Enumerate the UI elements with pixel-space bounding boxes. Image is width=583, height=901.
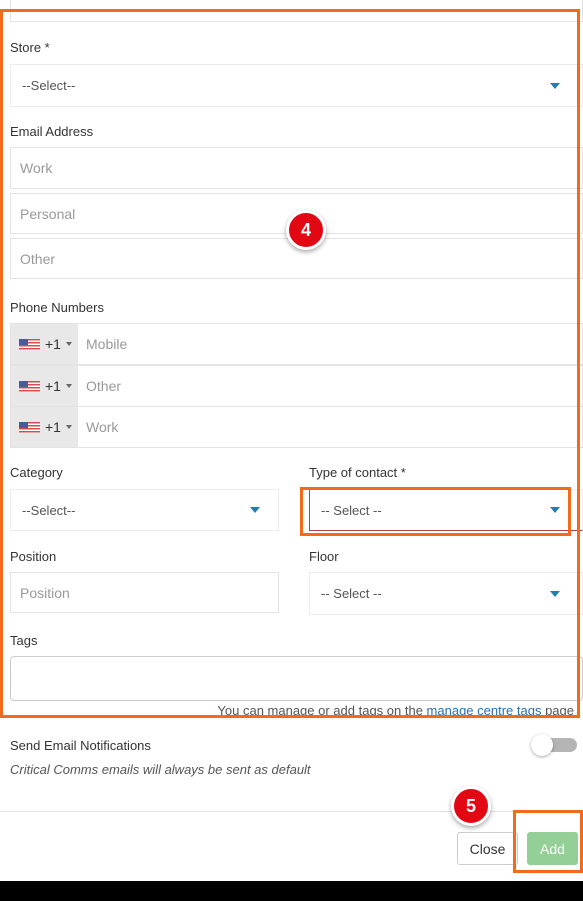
position-placeholder: Position [20, 584, 70, 601]
chevron-down-icon [550, 507, 560, 513]
phone-numbers-label: Phone Numbers [10, 300, 104, 315]
phone-work-input[interactable]: Work [78, 407, 582, 447]
contact-name-input[interactable]: Contact name [10, 0, 583, 22]
phone-other-placeholder: Other [86, 378, 122, 394]
notifications-note: Critical Comms emails will always be sen… [10, 762, 311, 777]
chevron-down-icon [550, 82, 560, 89]
email-label: Email Address [10, 124, 94, 139]
position-input[interactable]: Position [10, 572, 279, 613]
phone-work-row: +1 Work [10, 406, 583, 448]
store-select-value: --Select-- [22, 78, 76, 93]
email-work-placeholder: Work [20, 160, 53, 176]
floor-select-value: -- Select -- [321, 586, 382, 601]
toggle-knob [531, 734, 553, 756]
add-contact-form: Contact name Store * --Select-- Email Ad… [0, 0, 583, 881]
chevron-down-icon [550, 590, 560, 597]
category-select-value: --Select-- [22, 502, 76, 518]
floor-select[interactable]: -- Select -- [309, 572, 583, 615]
country-code: +1 [45, 336, 61, 352]
us-flag-icon [19, 380, 40, 392]
close-button[interactable]: Close [457, 832, 518, 865]
phone-mobile-row: +1 Mobile [10, 323, 583, 365]
caret-down-icon [65, 384, 72, 388]
country-code-dropdown[interactable]: +1 [11, 366, 78, 406]
tags-help-text: You can manage or add tags on the manage… [217, 703, 574, 718]
country-code: +1 [45, 378, 61, 394]
tags-label: Tags [10, 633, 38, 648]
category-select[interactable]: --Select-- [10, 489, 279, 531]
country-code-dropdown[interactable]: +1 [11, 407, 78, 447]
footer-divider [0, 811, 583, 812]
step-5-badge: 5 [451, 786, 491, 826]
step-4-badge: 4 [286, 210, 326, 250]
type-of-contact-select-value: -- Select -- [321, 502, 382, 518]
caret-down-icon [65, 342, 72, 346]
phone-other-input[interactable]: Other [78, 366, 582, 406]
store-label: Store * [10, 40, 50, 55]
email-personal-placeholder: Personal [20, 205, 76, 222]
tags-input[interactable] [10, 656, 583, 701]
manage-centre-tags-link[interactable]: manage centre tags [427, 703, 542, 718]
phone-other-row: +1 Other [10, 365, 583, 407]
tags-help-prefix: You can manage or add tags on the [217, 703, 427, 718]
country-code-dropdown[interactable]: +1 [11, 324, 78, 364]
category-label: Category [10, 465, 63, 480]
email-work-input[interactable]: Work [10, 147, 583, 189]
phone-mobile-placeholder: Mobile [86, 336, 128, 352]
email-other-placeholder: Other [20, 250, 56, 267]
position-label: Position [10, 549, 57, 564]
store-select[interactable]: --Select-- [10, 64, 583, 107]
add-button[interactable]: Add [527, 832, 578, 865]
send-email-notifications-label: Send Email Notifications [10, 738, 151, 753]
country-code: +1 [45, 419, 61, 435]
send-email-notifications-toggle[interactable] [531, 734, 577, 756]
phone-work-placeholder: Work [86, 419, 119, 435]
type-of-contact-select[interactable]: -- Select -- [309, 489, 583, 531]
tags-help-suffix: page [541, 703, 574, 718]
phone-mobile-input[interactable]: Mobile [78, 324, 582, 364]
us-flag-icon [19, 421, 40, 433]
us-flag-icon [19, 338, 40, 350]
chevron-down-icon [250, 507, 260, 513]
type-of-contact-label: Type of contact * [309, 465, 406, 480]
caret-down-icon [65, 425, 72, 429]
floor-label: Floor [309, 549, 339, 564]
